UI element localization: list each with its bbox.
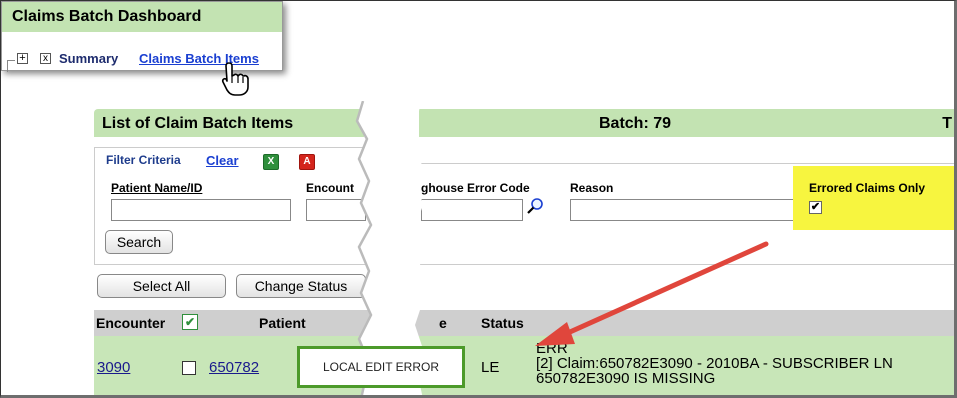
error-line: 650782E3090 IS MISSING: [536, 370, 716, 387]
batch-label: Batch:: [599, 115, 654, 132]
patient-column-header[interactable]: Patient: [259, 315, 306, 331]
tree-connector: [7, 60, 15, 72]
truncated-title: T: [942, 115, 952, 132]
clear-filter-link[interactable]: Clear: [206, 153, 239, 168]
errored-claims-only-checkbox[interactable]: ✔: [809, 201, 822, 214]
batch-title: Batch: 79: [599, 115, 671, 133]
patient-name-input[interactable]: [111, 199, 291, 221]
collapse-x-icon[interactable]: x: [40, 53, 51, 64]
change-status-button[interactable]: Change Status: [236, 274, 366, 298]
patient-link[interactable]: 650782: [209, 359, 259, 376]
lookup-icon[interactable]: [526, 197, 544, 215]
encounter-column-header[interactable]: Encounter: [96, 315, 165, 331]
batch-title-bar: Batch: 79 T: [419, 109, 954, 137]
list-title-bar: List of Claim Batch Items: [94, 109, 364, 137]
patient-name-label: Patient Name/ID: [111, 181, 203, 195]
select-all-button[interactable]: Select All: [97, 274, 226, 298]
errored-claims-only-label: Errored Claims Only: [809, 181, 926, 195]
reason-input[interactable]: [570, 199, 795, 221]
clearinghouse-error-label: ghouse Error Code: [421, 181, 530, 195]
expand-icon[interactable]: +: [17, 53, 28, 64]
search-button[interactable]: Search: [105, 230, 173, 254]
status-column-header[interactable]: Status: [481, 315, 524, 331]
local-edit-error-callout: LOCAL EDIT ERROR: [297, 346, 465, 388]
excel-icon[interactable]: X: [263, 154, 279, 170]
select-all-rows-checkbox[interactable]: ✔: [182, 314, 198, 330]
dashboard-title: Claims Batch Dashboard: [12, 8, 202, 25]
row-checkbox[interactable]: [182, 361, 196, 375]
summary-tab[interactable]: Summary: [59, 51, 118, 66]
batch-number-link[interactable]: 79: [653, 115, 671, 132]
dashboard-title-bar: Claims Batch Dashboard: [2, 2, 282, 32]
errored-claims-highlight: [793, 166, 954, 230]
clearinghouse-error-input[interactable]: [421, 199, 523, 221]
encounter-link[interactable]: 3090: [97, 359, 130, 376]
pdf-icon[interactable]: A: [299, 154, 315, 170]
error-line: [2] Claim:650782E3090 - 2010BA - SUBSCRI…: [536, 355, 893, 372]
encounter-label: Encount: [306, 181, 354, 195]
screenshot-frame: List of Claim Batch Items Batch: 79 T Fi…: [0, 0, 957, 398]
reason-label: Reason: [570, 181, 614, 195]
filter-criteria-legend: Filter Criteria: [104, 153, 183, 167]
list-title: List of Claim Batch Items: [102, 115, 294, 132]
hand-cursor-icon: [221, 62, 249, 96]
partial-column-header[interactable]: e: [439, 315, 447, 331]
red-arrow-annotation: [535, 241, 769, 346]
status-value: LE: [481, 359, 500, 376]
